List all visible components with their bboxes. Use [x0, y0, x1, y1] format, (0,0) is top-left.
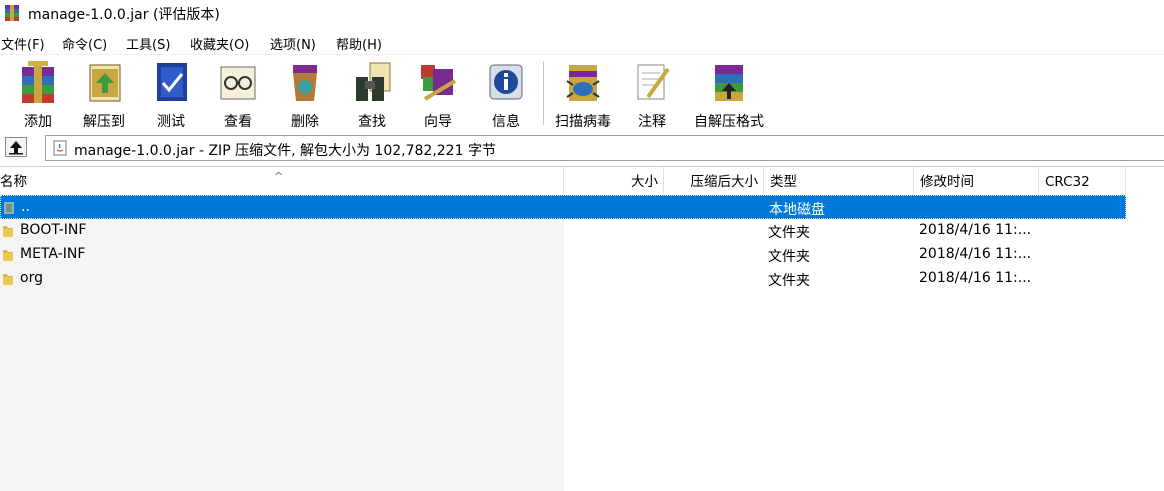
up-arrow-icon	[9, 141, 23, 155]
toolbar-separator	[543, 61, 544, 125]
list-row-parent-dir[interactable]: .. 本地磁盘	[0, 195, 1126, 219]
row-modified: 2018/4/16 11:...	[919, 270, 1032, 286]
find-icon	[356, 62, 391, 101]
row-type: 本地磁盘	[769, 202, 825, 218]
wizard-label: 向导	[424, 114, 452, 130]
find-label: 查找	[358, 114, 386, 130]
row-name: org	[20, 270, 43, 286]
java-archive-icon	[53, 140, 67, 156]
test-icon	[157, 63, 187, 101]
column-type-label: 类型	[770, 174, 797, 190]
row-modified: 2018/4/16 11:...	[919, 222, 1032, 238]
menu-commands[interactable]: 命令(C)	[62, 34, 107, 53]
sfx-label: 自解压格式	[694, 114, 764, 130]
sort-ascending-icon: ^	[274, 170, 284, 183]
menu-file[interactable]: 文件(F)	[1, 34, 45, 53]
comment-icon	[637, 64, 670, 100]
path-field[interactable]: manage-1.0.0.jar - ZIP 压缩文件, 解包大小为 102,7…	[45, 135, 1164, 161]
toolbar: 添加 解压到 测试 查看 删除 查找 向导 信息 扫描病毒 注释 自解压格式	[0, 54, 1164, 131]
list-header: 名称 ^ 大小 压缩后大小 类型 修改时间 CRC32	[0, 167, 1164, 195]
column-header-type[interactable]: 类型	[764, 167, 914, 195]
menu-help[interactable]: 帮助(H)	[336, 34, 382, 53]
up-folder-button[interactable]	[5, 137, 27, 157]
list-row-org[interactable]: org 文件夹 2018/4/16 11:...	[0, 267, 1126, 291]
row-modified: 2018/4/16 11:...	[919, 246, 1032, 262]
wizard-icon	[421, 65, 457, 101]
virus-scan-button[interactable]: 扫描病毒	[550, 59, 616, 130]
delete-label: 删除	[291, 114, 319, 130]
row-name: ..	[21, 199, 30, 215]
find-button[interactable]: 查找	[340, 59, 404, 130]
archive-path-text: manage-1.0.0.jar - ZIP 压缩文件, 解包大小为 102,7…	[74, 143, 496, 159]
sfx-icon	[715, 65, 743, 101]
delete-button[interactable]: 删除	[273, 59, 337, 130]
menu-bar: 文件(F) 命令(C) 工具(S) 收藏夹(O) 选项(N) 帮助(H)	[0, 32, 1164, 54]
info-button[interactable]: 信息	[474, 59, 538, 130]
title-bar: manage-1.0.0.jar (评估版本)	[0, 0, 1164, 26]
column-header-modified[interactable]: 修改时间	[914, 167, 1039, 195]
row-type: 文件夹	[768, 225, 810, 241]
view-label: 查看	[224, 114, 252, 130]
column-crc-label: CRC32	[1045, 174, 1090, 190]
comment-label: 注释	[638, 114, 666, 130]
column-packed-label: 压缩后大小	[690, 174, 759, 190]
extract-to-icon	[89, 64, 121, 102]
comment-button[interactable]: 注释	[620, 59, 684, 130]
column-header-size[interactable]: 大小	[564, 167, 664, 195]
column-size-label: 大小	[631, 174, 658, 190]
test-label: 测试	[157, 114, 185, 130]
column-header-packed-size[interactable]: 压缩后大小	[664, 167, 764, 195]
extract-to-button[interactable]: 解压到	[72, 59, 136, 130]
add-label: 添加	[24, 114, 52, 130]
column-modified-label: 修改时间	[920, 174, 974, 190]
info-icon	[489, 64, 523, 100]
row-type: 文件夹	[768, 273, 810, 289]
wizard-button[interactable]: 向导	[406, 59, 470, 130]
winrar-app-icon	[5, 5, 19, 21]
column-header-crc[interactable]: CRC32	[1039, 167, 1126, 195]
file-list: 名称 ^ 大小 压缩后大小 类型 修改时间 CRC32 .. 本地磁盘 BOOT…	[0, 166, 1164, 491]
add-button[interactable]: 添加	[6, 59, 70, 130]
parent-folder-icon	[4, 202, 14, 214]
folder-icon	[3, 250, 13, 261]
address-bar: manage-1.0.0.jar - ZIP 压缩文件, 解包大小为 102,7…	[0, 133, 1164, 163]
menu-options[interactable]: 选项(N)	[270, 34, 316, 53]
virus-scan-icon	[566, 65, 600, 101]
window-title: manage-1.0.0.jar (评估版本)	[28, 7, 220, 23]
sfx-button[interactable]: 自解压格式	[689, 59, 769, 130]
column-header-name[interactable]: 名称 ^	[0, 167, 564, 195]
view-icon	[220, 66, 256, 100]
menu-tools[interactable]: 工具(S)	[126, 34, 170, 53]
folder-icon	[3, 226, 13, 237]
extract-to-label: 解压到	[83, 114, 125, 130]
add-archive-icon	[22, 61, 54, 103]
row-name: BOOT-INF	[20, 222, 87, 238]
column-name-label: 名称	[0, 174, 27, 190]
menu-favorites[interactable]: 收藏夹(O)	[190, 34, 249, 53]
delete-icon	[293, 65, 317, 101]
row-type: 文件夹	[768, 249, 810, 265]
list-row-meta-inf[interactable]: META-INF 文件夹 2018/4/16 11:...	[0, 243, 1126, 267]
info-label: 信息	[492, 114, 520, 130]
list-row-boot-inf[interactable]: BOOT-INF 文件夹 2018/4/16 11:...	[0, 219, 1126, 243]
view-button[interactable]: 查看	[206, 59, 270, 130]
folder-icon	[3, 274, 13, 285]
row-name: META-INF	[20, 246, 86, 262]
test-button[interactable]: 测试	[139, 59, 203, 130]
virus-scan-label: 扫描病毒	[555, 114, 611, 130]
